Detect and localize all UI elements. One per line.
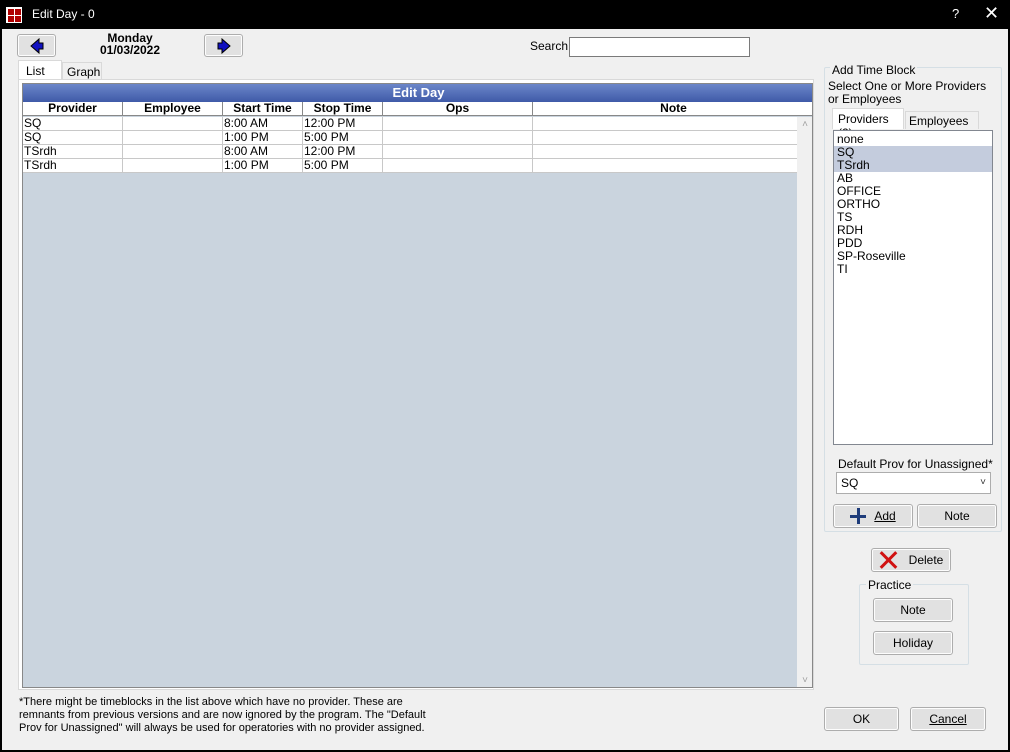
scroll-up-icon[interactable]: ˄: [801, 120, 809, 130]
cell-note: [533, 131, 797, 145]
cell-ops: [383, 131, 533, 145]
add-button-label: Add: [874, 509, 896, 523]
plus-icon: [850, 508, 867, 524]
cell-start-time: 8:00 AM: [223, 145, 303, 159]
dialog-body: Monday 01/03/2022 Search List Graph Edit…: [2, 29, 1008, 750]
tab-providers[interactable]: Providers (2): [832, 108, 904, 140]
delete-x-icon: [879, 551, 897, 569]
note-button-label: Note: [944, 509, 970, 523]
table-row[interactable]: TSrdh 1:00 PM 5:00 PM: [23, 159, 797, 173]
list-item[interactable]: SP-Roseville: [834, 250, 992, 263]
help-icon[interactable]: ?: [952, 6, 959, 21]
cell-employee: [123, 159, 223, 173]
table-row[interactable]: TSrdh 8:00 AM 12:00 PM: [23, 145, 797, 159]
add-button[interactable]: Add: [833, 504, 913, 528]
cell-start-time: 1:00 PM: [223, 131, 303, 145]
holiday-button[interactable]: Holiday: [873, 631, 953, 655]
holiday-button-label: Holiday: [892, 636, 934, 650]
previous-day-button[interactable]: [17, 34, 56, 57]
app-icon: [6, 7, 22, 23]
cell-stop-time: 12:00 PM: [303, 117, 383, 131]
cell-note: [533, 117, 797, 131]
cell-start-time: 1:00 PM: [223, 159, 303, 173]
cell-stop-time: 5:00 PM: [303, 159, 383, 173]
practice-label: Practice: [866, 578, 914, 592]
default-prov-value: SQ: [841, 476, 859, 490]
tab-graph[interactable]: Graph: [62, 62, 102, 80]
cell-provider: TSrdh: [23, 145, 123, 159]
default-prov-label: Default Prov for Unassigned*: [838, 457, 993, 471]
list-item[interactable]: TI: [834, 263, 992, 276]
select-instructions: Select One or More Providers or Employee…: [828, 79, 987, 106]
cell-ops: [383, 117, 533, 131]
table-row[interactable]: SQ 1:00 PM 5:00 PM: [23, 131, 797, 145]
delete-button[interactable]: Delete: [871, 548, 951, 572]
list-tab-page: Edit Day Provider Employee Start Time St…: [18, 79, 814, 690]
arrow-left-icon: [29, 37, 43, 54]
edit-day-window: Edit Day - 0 ? ✕ Monday 01/03/2022 Searc…: [0, 0, 1010, 752]
column-header-stop-time[interactable]: Stop Time: [303, 102, 383, 116]
grid-title: Edit Day: [23, 84, 812, 102]
cell-note: [533, 145, 797, 159]
cancel-button[interactable]: Cancel: [910, 707, 986, 731]
default-prov-select[interactable]: SQ ˅: [836, 472, 991, 494]
date-display: 01/03/2022: [99, 43, 161, 57]
cell-employee: [123, 117, 223, 131]
scroll-down-icon[interactable]: ˅: [801, 676, 809, 686]
cell-stop-time: 5:00 PM: [303, 131, 383, 145]
ok-button[interactable]: OK: [824, 707, 899, 731]
grid-header: Provider Employee Start Time Stop Time O…: [23, 102, 812, 116]
grid-rows: SQ 8:00 AM 12:00 PM SQ 1:00 PM 5:00 PM T…: [23, 117, 797, 173]
cell-provider: SQ: [23, 131, 123, 145]
practice-note-button[interactable]: Note: [873, 598, 953, 622]
cell-ops: [383, 159, 533, 173]
search-input[interactable]: [569, 37, 750, 57]
table-row[interactable]: SQ 8:00 AM 12:00 PM: [23, 117, 797, 131]
cell-ops: [383, 145, 533, 159]
cell-employee: [123, 145, 223, 159]
cell-provider: TSrdh: [23, 159, 123, 173]
ok-button-label: OK: [852, 712, 871, 726]
title-bar: Edit Day - 0 ? ✕: [0, 0, 1010, 29]
search-label: Search: [530, 39, 569, 53]
cell-note: [533, 159, 797, 173]
column-header-start-time[interactable]: Start Time: [223, 102, 303, 116]
column-header-note[interactable]: Note: [533, 102, 812, 116]
add-time-block-label: Add Time Block: [830, 63, 918, 77]
column-header-employee[interactable]: Employee: [123, 102, 223, 116]
practice-note-label: Note: [900, 603, 926, 617]
window-title: Edit Day - 0: [32, 7, 95, 21]
grid-vertical-scrollbar[interactable]: ˄ ˅: [797, 117, 812, 687]
cell-provider: SQ: [23, 117, 123, 131]
list-item[interactable]: TSrdh: [834, 159, 992, 172]
column-header-provider[interactable]: Provider: [23, 102, 123, 116]
cell-stop-time: 12:00 PM: [303, 145, 383, 159]
tab-list[interactable]: List: [18, 60, 62, 80]
close-icon[interactable]: ✕: [984, 3, 999, 24]
edit-day-grid: Edit Day Provider Employee Start Time St…: [22, 83, 813, 688]
time-block-note-button[interactable]: Note: [917, 504, 997, 528]
cell-employee: [123, 131, 223, 145]
delete-button-label: Delete: [908, 553, 944, 567]
cancel-button-label: Cancel: [929, 712, 967, 726]
list-item[interactable]: ORTHO: [834, 198, 992, 211]
provider-listbox[interactable]: none SQ TSrdh AB OFFICE ORTHO TS RDH PDD…: [833, 130, 993, 445]
cell-start-time: 8:00 AM: [223, 117, 303, 131]
tab-employees[interactable]: Employees (0): [905, 111, 979, 142]
footnote-text: *There might be timeblocks in the list a…: [19, 696, 426, 734]
arrow-right-icon: [217, 37, 231, 54]
list-item[interactable]: none: [834, 133, 992, 146]
column-header-ops[interactable]: Ops: [383, 102, 533, 116]
chevron-down-icon: ˅: [980, 477, 986, 488]
next-day-button[interactable]: [204, 34, 243, 57]
